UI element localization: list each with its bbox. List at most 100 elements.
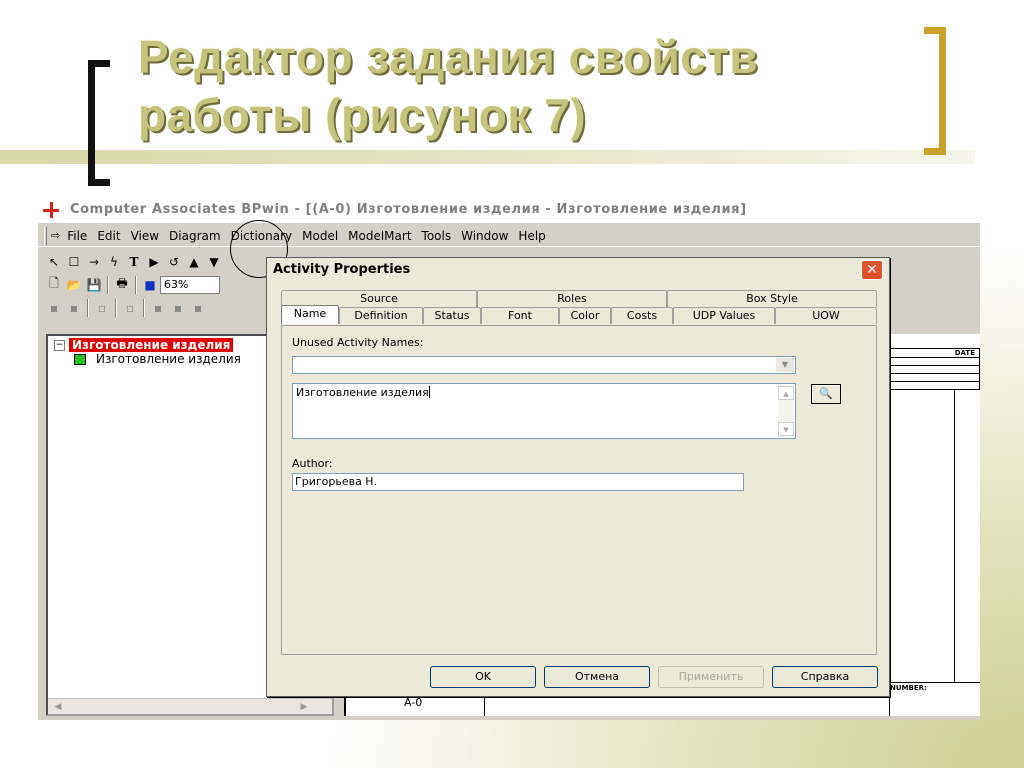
model-tool-icon-5[interactable]: ▪ — [168, 299, 188, 317]
model-toolbar: ▪ ▪ ▫ ▫ ▪ ▪ ▪ — [38, 296, 208, 319]
toolbar-separator — [107, 275, 109, 294]
tab-box-style[interactable]: Box Style — [667, 290, 877, 307]
name-tab-panel: Unused Activity Names: ▼ Изготовление из… — [281, 325, 877, 655]
slide-title: Редактор задания свойств работы (рисунок… — [138, 28, 898, 144]
menu-model[interactable]: Model — [297, 229, 343, 243]
tree-root-item[interactable]: − Изготовление изделия — [54, 338, 234, 352]
model-tool-icon-1[interactable]: ▪ — [44, 299, 64, 317]
menu-dictionary[interactable]: Dictionary — [226, 229, 298, 243]
tree-child-item[interactable]: Изготовление изделия — [74, 352, 241, 366]
unused-names-label: Unused Activity Names: — [292, 336, 424, 349]
tab-costs[interactable]: Costs — [611, 307, 673, 324]
node-label: A-0 — [404, 696, 423, 709]
squiggle-tool-icon[interactable]: ϟ — [104, 253, 124, 271]
activity-box-icon — [74, 353, 86, 365]
activity-name-value: Изготовление изделия — [296, 386, 429, 399]
arrow-tool-icon[interactable]: → — [84, 253, 104, 271]
tab-name[interactable]: Name — [281, 305, 339, 324]
toolbar-separator — [143, 298, 145, 317]
standard-toolbar: 🗋 📂 💾 🖶 ■ 63% — [38, 273, 220, 296]
bpwin-logo-icon — [42, 201, 60, 219]
tab-roles[interactable]: Roles — [477, 290, 667, 307]
pointer-tool-icon[interactable]: ↖ — [44, 253, 64, 271]
left-bracket-decoration — [88, 60, 110, 186]
open-folder-icon[interactable]: 📂 — [64, 276, 84, 294]
bpwin-screenshot: Computer Associates BPwin - [(A-0) Изгот… — [38, 196, 980, 720]
save-icon[interactable]: 💾 — [84, 276, 104, 294]
activity-properties-dialog: Activity Properties ✕ Source Roles Box S… — [266, 257, 890, 697]
slide-title-line-2: работы (рисунок 7) — [138, 89, 587, 141]
dialog-title-bar[interactable]: Activity Properties — [267, 258, 889, 280]
author-label: Author: — [292, 457, 333, 470]
app-title-text: Computer Associates BPwin - [(A-0) Изгот… — [70, 202, 747, 217]
unused-names-combo[interactable]: ▼ — [292, 356, 796, 374]
box-tool-icon[interactable]: ☐ — [64, 253, 84, 271]
browse-button[interactable]: 🔍 — [811, 384, 841, 404]
tab-definition[interactable]: Definition — [339, 307, 423, 324]
apply-button[interactable]: Применить — [658, 666, 764, 688]
tab-color[interactable]: Color — [559, 307, 611, 324]
cancel-button[interactable]: Отмена — [544, 666, 650, 688]
go-to-child-icon[interactable]: ▶ — [144, 253, 164, 271]
new-file-icon[interactable]: 🗋 — [44, 276, 64, 294]
tree-collapse-icon[interactable]: − — [54, 339, 65, 351]
menu-tools[interactable]: Tools — [417, 229, 457, 243]
menu-view[interactable]: View — [126, 229, 164, 243]
tab-udp-values[interactable]: UDP Values — [673, 307, 775, 324]
tab-uow[interactable]: UOW — [775, 307, 877, 324]
text-caret — [428, 386, 430, 398]
drawing-toolbar: ↖ ☐ → ϟ T ▶ ↺ ▲ ▼ — [38, 250, 224, 273]
scroll-up-icon[interactable]: ▲ — [778, 386, 794, 400]
color-icon[interactable]: ■ — [140, 276, 160, 294]
activity-name-textarea[interactable]: Изготовление изделия ▲ ▼ — [292, 383, 796, 439]
right-bracket-decoration — [924, 27, 946, 155]
text-tool-icon[interactable]: T — [124, 253, 144, 271]
tab-font[interactable]: Font — [481, 307, 559, 324]
model-tool-icon-6[interactable]: ▪ — [188, 299, 208, 317]
menu-help[interactable]: Help — [513, 229, 550, 243]
form-number-label: NUMBER: — [890, 684, 927, 692]
menu-icon[interactable]: ⇨ — [51, 229, 60, 242]
menu-grip[interactable] — [44, 226, 47, 245]
form-date-header: DATE — [884, 348, 980, 358]
model-tool-icon-3[interactable]: ▫ — [120, 299, 140, 317]
help-button[interactable]: Справка — [772, 666, 878, 688]
tab-row-top: Source Roles Box Style — [281, 290, 877, 307]
magnifier-icon: 🔍 — [819, 387, 833, 400]
scroll-left-icon[interactable]: ◀ — [50, 700, 66, 714]
toolbar-separator — [135, 275, 137, 294]
menu-edit[interactable]: Edit — [92, 229, 125, 243]
lock-icon[interactable]: ▫ — [92, 299, 112, 317]
toolbar-separator — [87, 298, 89, 317]
form-date-rows — [884, 358, 980, 390]
author-input[interactable]: Григорьева Н. — [292, 473, 744, 491]
menu-bar: ⇨ File Edit View Diagram Dictionary Mode… — [38, 225, 980, 247]
model-tool-icon-4[interactable]: ▪ — [148, 299, 168, 317]
menu-modelmart[interactable]: ModelMart — [343, 229, 416, 243]
zoom-combo[interactable]: 63% — [160, 275, 220, 294]
explorer-horizontal-scrollbar[interactable]: ◀ ▶ — [48, 698, 332, 714]
dialog-title: Activity Properties — [273, 261, 411, 277]
menu-window[interactable]: Window — [456, 229, 513, 243]
model-tool-icon-2[interactable]: ▪ — [64, 299, 84, 317]
tab-status[interactable]: Status — [423, 307, 481, 324]
tree-child-label[interactable]: Изготовление изделия — [96, 352, 241, 366]
header-band — [0, 150, 975, 164]
scroll-right-icon[interactable]: ▶ — [296, 700, 312, 714]
scroll-down-icon[interactable]: ▼ — [778, 422, 794, 436]
toolbar-separator — [115, 298, 117, 317]
print-icon[interactable]: 🖶 — [112, 276, 132, 294]
chevron-down-icon[interactable]: ▼ — [776, 358, 794, 372]
textarea-scrollbar[interactable]: ▲ ▼ — [778, 385, 794, 437]
menu-diagram[interactable]: Diagram — [164, 229, 226, 243]
go-up-icon[interactable]: ▲ — [184, 253, 204, 271]
form-border-line — [954, 390, 955, 682]
undo-icon[interactable]: ↺ — [164, 253, 184, 271]
go-down-icon[interactable]: ▼ — [204, 253, 224, 271]
close-icon[interactable]: ✕ — [861, 260, 883, 280]
tab-row-bottom: Name Definition Status Font Color Costs … — [281, 305, 877, 324]
app-title-bar: Computer Associates BPwin - [(A-0) Изгот… — [38, 196, 980, 223]
menu-file[interactable]: File — [62, 229, 92, 243]
ok-button[interactable]: OK — [430, 666, 536, 688]
tree-root-label[interactable]: Изготовление изделия — [69, 338, 234, 352]
